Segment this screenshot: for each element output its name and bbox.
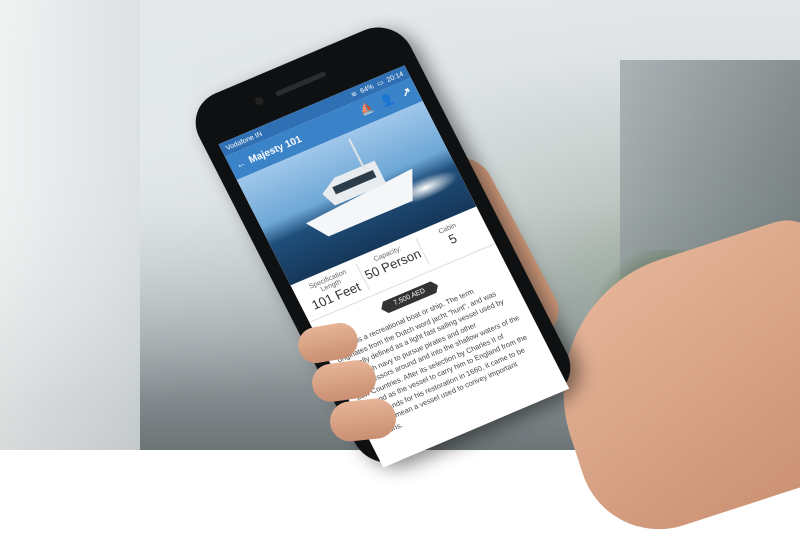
front-camera	[253, 95, 265, 107]
earpiece-speaker	[274, 70, 327, 97]
back-arrow-icon[interactable]: ←	[234, 157, 248, 171]
background-pillar-left	[0, 0, 140, 450]
battery-icon: ▭	[375, 79, 386, 89]
sailboat-icon[interactable]: ⛵	[357, 101, 376, 118]
share-icon[interactable]: ↗	[399, 85, 414, 100]
user-icon[interactable]: 👤	[378, 92, 397, 109]
yacht-mast	[348, 138, 366, 170]
wifi-icon: ≋	[350, 90, 359, 99]
